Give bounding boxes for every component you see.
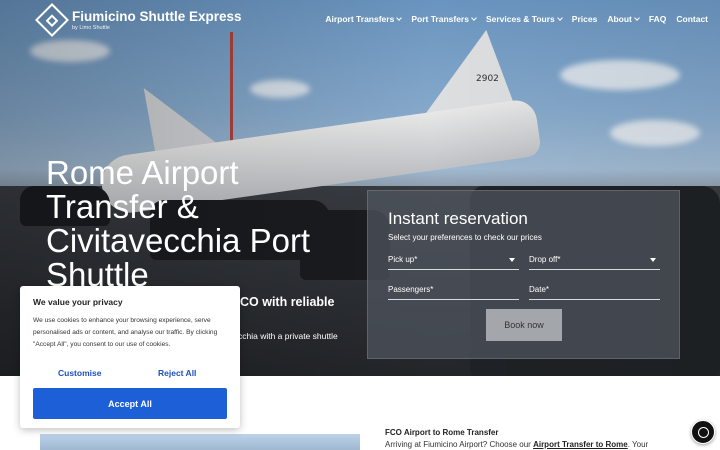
hero-description: cchia with a private shuttle: [238, 331, 338, 341]
dropdown-arrow-icon: [509, 258, 515, 262]
passengers-field[interactable]: Passengers*: [388, 282, 519, 300]
reservation-panel: Instant reservation Select your preferen…: [367, 190, 680, 359]
book-now-button[interactable]: Book now: [486, 309, 562, 341]
hero-subtitle: CO with reliable: [240, 295, 335, 309]
whatsapp-icon: [697, 426, 709, 438]
chevron-down-icon: [471, 15, 477, 21]
nav-services-tours[interactable]: Services & Tours: [486, 14, 563, 24]
nav-prices[interactable]: Prices: [572, 14, 598, 24]
logo-icon: [35, 3, 69, 37]
nav-airport-transfers[interactable]: Airport Transfers: [325, 14, 403, 24]
cookie-text: We use cookies to enhance your browsing …: [33, 317, 218, 348]
main-nav: Airport Transfers Port Transfers Service…: [325, 14, 708, 24]
hero-title: Rome Airport Transfer & Civitavecchia Po…: [46, 154, 311, 293]
whatsapp-button[interactable]: [691, 420, 715, 444]
chevron-down-icon: [634, 15, 640, 21]
chevron-down-icon: [556, 15, 563, 21]
nav-port-transfers[interactable]: Port Transfers: [411, 14, 477, 24]
cookie-banner: We value your privacy We use cookies to …: [20, 286, 240, 428]
section-photo: [40, 434, 360, 450]
chevron-down-icon: [396, 15, 403, 21]
brand-title: Fiumicino Shuttle Express: [72, 8, 242, 24]
reservation-title: Instant reservation: [388, 209, 528, 228]
nav-contact[interactable]: Contact: [676, 14, 708, 24]
nav-faq[interactable]: FAQ: [649, 14, 666, 24]
dropoff-select[interactable]: Drop off*: [529, 252, 660, 270]
pickup-select[interactable]: Pick up*: [388, 252, 519, 270]
brand-logo[interactable]: Fiumicino Shuttle Express by Limo Shuttl…: [35, 3, 242, 37]
customise-button[interactable]: Customise: [58, 368, 101, 378]
reservation-hint: Select your preferences to check our pri…: [388, 233, 542, 242]
accept-all-button[interactable]: Accept All: [33, 388, 227, 419]
date-field[interactable]: Date*: [529, 282, 660, 300]
nav-about[interactable]: About: [607, 14, 640, 24]
section-text: Arriving at Fiumicino Airport? Choose ou…: [385, 440, 649, 449]
airport-transfer-link[interactable]: Airport Transfer to Rome: [533, 440, 628, 449]
brand-subtitle: by Limo Shuttle: [72, 24, 110, 31]
reject-all-button[interactable]: Reject All: [158, 368, 196, 378]
cookie-title: We value your privacy: [33, 297, 123, 307]
dropdown-arrow-icon: [650, 258, 656, 262]
section-title: FCO Airport to Rome Transfer: [385, 428, 499, 437]
